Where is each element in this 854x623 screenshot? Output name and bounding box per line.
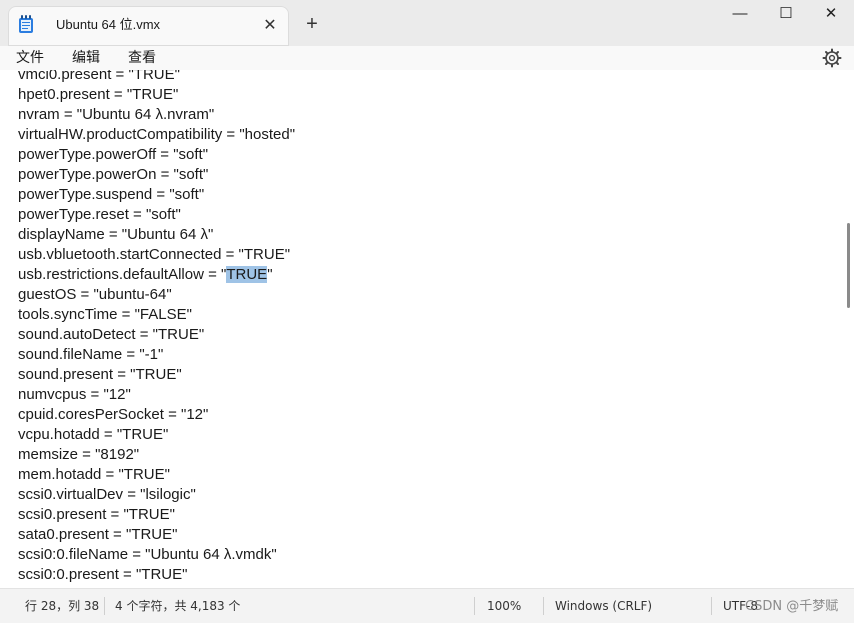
editor-line: powerType.suspend = "soft" — [18, 186, 205, 203]
editor-line: powerType.reset = "soft" — [18, 206, 181, 223]
editor-line: scsi0.present = "TRUE" — [18, 506, 175, 523]
status-divider — [474, 597, 475, 615]
status-divider — [711, 597, 712, 615]
maximize-button[interactable]: ☐ — [763, 0, 809, 30]
editor-line: sound.present = "TRUE" — [18, 366, 182, 383]
title-bar: Ubuntu 64 位.vmx ✕ + — ☐ ✕ — [0, 0, 854, 46]
editor-line: scsi0:0.fileName = "Ubuntu 64 λ.vmdk" — [18, 546, 277, 563]
editor-line: vmci0.present = "TRUE" — [18, 70, 180, 83]
new-tab-button[interactable]: + — [300, 12, 324, 36]
notepad-icon — [19, 15, 33, 33]
editor-line: powerType.powerOn = "soft" — [18, 166, 209, 183]
zoom-level[interactable]: 100% — [487, 598, 521, 614]
close-tab-button[interactable]: ✕ — [259, 14, 281, 36]
editor-line: nvram = "Ubuntu 64 λ.nvram" — [18, 106, 215, 123]
editor-line: scsi0.virtualDev = "lsilogic" — [18, 486, 196, 503]
vertical-scrollbar[interactable] — [847, 223, 850, 308]
watermark: CSDN @千梦赋 — [745, 599, 839, 614]
text-selection[interactable]: TRUE — [226, 266, 268, 283]
status-bar: 行 28，列 38 4 个字符，共 4,183 个 100% Windows (… — [0, 588, 854, 623]
text-editor[interactable]: vmci0.present = "TRUE" hpet0.present = "… — [0, 70, 854, 588]
tab-active[interactable]: Ubuntu 64 位.vmx ✕ — [8, 6, 289, 46]
editor-line: hpet0.present = "TRUE" — [18, 86, 179, 103]
editor-line: tools.syncTime = "FALSE" — [18, 306, 192, 323]
menu-bar: 文件 编辑 查看 — [0, 46, 854, 70]
editor-line: mem.hotadd = "TRUE" — [18, 466, 170, 483]
menu-view[interactable]: 查看 — [128, 48, 156, 68]
editor-line-selected: usb.restrictions.defaultAllow = "TRUE" — [18, 265, 295, 285]
line-text-after: " — [267, 266, 273, 283]
selection-count: 4 个字符，共 4,183 个 — [115, 599, 241, 613]
close-window-button[interactable]: ✕ — [808, 0, 854, 30]
line-text-before: usb.restrictions.defaultAllow = " — [18, 266, 227, 283]
status-divider — [104, 597, 105, 615]
gear-icon[interactable] — [822, 48, 842, 68]
line-ending[interactable]: Windows (CRLF) — [555, 598, 652, 614]
editor-line: sound.fileName = "-1" — [18, 346, 164, 363]
minimize-button[interactable]: — — [717, 0, 763, 30]
editor-line: scsi0:0.present = "TRUE" — [18, 566, 188, 583]
editor-line: cpuid.coresPerSocket = "12" — [18, 406, 209, 423]
editor-line: sound.autoDetect = "TRUE" — [18, 326, 205, 343]
editor-line: guestOS = "ubuntu-64" — [18, 286, 172, 303]
editor-line: usb.vbluetooth.startConnected = "TRUE" — [18, 246, 291, 263]
editor-line: powerType.powerOff = "soft" — [18, 146, 209, 163]
editor-line: virtualHW.productCompatibility = "hosted… — [18, 126, 296, 143]
menu-edit[interactable]: 编辑 — [72, 48, 100, 68]
tab-title: Ubuntu 64 位.vmx — [56, 17, 161, 32]
editor-line: displayName = "Ubuntu 64 λ" — [18, 226, 214, 243]
editor-line: numvcpus = "12" — [18, 386, 131, 403]
editor-lines: vmci0.present = "TRUE" hpet0.present = "… — [18, 70, 295, 585]
editor-line: sata0.present = "TRUE" — [18, 526, 178, 543]
status-divider — [543, 597, 544, 615]
cursor-position[interactable]: 行 28，列 38 — [25, 598, 99, 614]
editor-line: vcpu.hotadd = "TRUE" — [18, 426, 169, 443]
menu-file[interactable]: 文件 — [16, 48, 44, 68]
editor-line: memsize = "8192" — [18, 446, 140, 463]
